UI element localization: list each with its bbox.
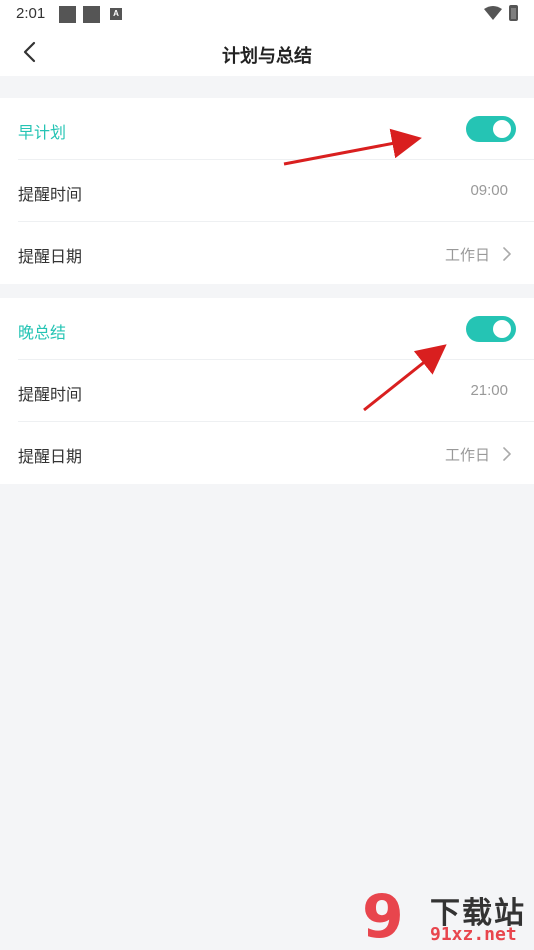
wifi-icon xyxy=(484,6,502,20)
reminder-time-label: 提醒时间 xyxy=(18,387,83,404)
battery-icon xyxy=(509,5,518,21)
notification-a-icon: A xyxy=(110,8,122,20)
chevron-right-icon xyxy=(503,447,511,461)
reminder-time-value: 09:00 xyxy=(470,182,508,199)
evening-summary-label: 晚总结 xyxy=(18,325,67,342)
header: 计划与总结 xyxy=(0,28,534,76)
reminder-date-label: 提醒日期 xyxy=(18,449,83,466)
chevron-right-icon xyxy=(503,247,511,261)
morning-plan-label: 早计划 xyxy=(18,125,67,142)
notification-icon xyxy=(83,6,100,23)
reminder-time-value: 21:00 xyxy=(470,382,508,399)
morning-reminder-time-row[interactable]: 提醒时间 09:00 xyxy=(18,160,534,222)
morning-plan-row: 早计划 xyxy=(18,98,534,160)
evening-summary-row: 晚总结 xyxy=(18,298,534,360)
morning-plan-toggle[interactable] xyxy=(466,116,516,142)
reminder-date-label: 提醒日期 xyxy=(18,249,83,266)
watermark-nine: 9 xyxy=(362,882,404,950)
watermark-logo: 9 下载站 91xz.net xyxy=(362,884,534,950)
evening-reminder-date-row[interactable]: 提醒日期 工作日 xyxy=(18,422,534,484)
morning-plan-section: 早计划 提醒时间 09:00 提醒日期 工作日 xyxy=(0,98,534,284)
toggle-knob xyxy=(493,320,511,338)
evening-summary-toggle[interactable] xyxy=(466,316,516,342)
evening-summary-section: 晚总结 提醒时间 21:00 提醒日期 工作日 xyxy=(0,298,534,484)
notification-icon xyxy=(59,6,76,23)
status-bar: 2:01 A xyxy=(0,0,534,28)
morning-reminder-date-row[interactable]: 提醒日期 工作日 xyxy=(18,222,534,284)
status-time: 2:01 xyxy=(16,5,46,22)
page-title: 计划与总结 xyxy=(222,46,312,66)
reminder-date-value: 工作日 xyxy=(444,447,490,464)
reminder-date-value: 工作日 xyxy=(444,247,490,264)
reminder-time-label: 提醒时间 xyxy=(18,187,83,204)
evening-reminder-time-row[interactable]: 提醒时间 21:00 xyxy=(18,360,534,422)
toggle-knob xyxy=(493,120,511,138)
watermark-url: 91xz.net xyxy=(430,924,517,945)
